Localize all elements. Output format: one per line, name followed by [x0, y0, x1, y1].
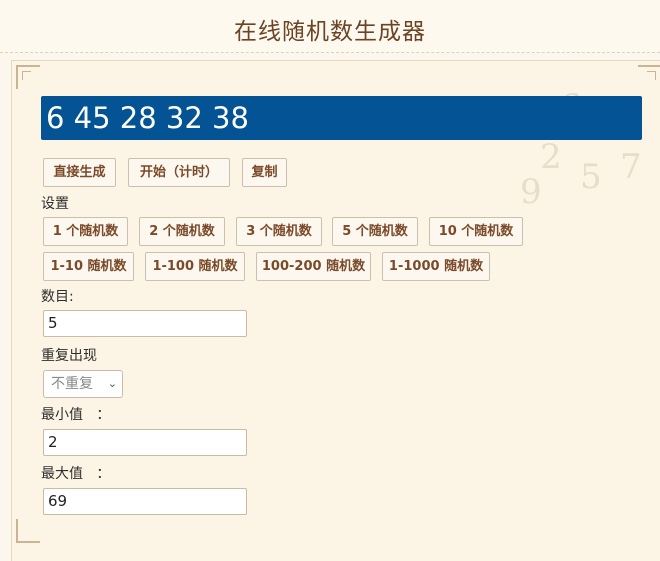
start-timer-button[interactable]: 开始（计时）: [128, 158, 230, 187]
corner-ornament: [638, 65, 660, 89]
count-input[interactable]: 5: [43, 310, 247, 337]
page-header: 在线随机数生成器: [0, 0, 660, 53]
max-label: 最大值 ：: [41, 466, 111, 482]
preset-range-1-10-button[interactable]: 1-10 随机数: [43, 252, 134, 281]
preset-5-numbers-button[interactable]: 5 个随机数: [332, 217, 418, 246]
repeat-select-value: 不重复: [51, 376, 93, 392]
preset-3-numbers-button[interactable]: 3 个随机数: [236, 217, 322, 246]
preset-range-1-100-button[interactable]: 1-100 随机数: [145, 252, 245, 281]
generate-button[interactable]: 直接生成: [43, 158, 116, 187]
preset-range-1-1000-button[interactable]: 1-1000 随机数: [382, 252, 490, 281]
repeat-select[interactable]: 不重复 ⌄: [43, 370, 123, 398]
min-label: 最小值 ：: [41, 407, 111, 423]
copy-button[interactable]: 复制: [242, 158, 287, 187]
result-display: 6 45 28 32 38: [41, 96, 642, 140]
preset-range-100-200-button[interactable]: 100-200 随机数: [256, 252, 371, 281]
min-input[interactable]: 2: [43, 429, 247, 456]
repeat-label: 重复出现: [41, 348, 97, 364]
preset-1-number-button[interactable]: 1 个随机数: [43, 217, 128, 246]
chevron-down-icon: ⌄: [107, 377, 117, 390]
corner-ornament: [16, 65, 40, 89]
corner-ornament: [16, 519, 40, 543]
page-title: 在线随机数生成器: [234, 19, 426, 45]
preset-10-numbers-button[interactable]: 10 个随机数: [429, 217, 523, 246]
settings-label: 设置: [41, 196, 69, 212]
preset-2-numbers-button[interactable]: 2 个随机数: [139, 217, 225, 246]
count-label: 数目:: [41, 289, 74, 305]
max-input[interactable]: 69: [43, 488, 247, 515]
